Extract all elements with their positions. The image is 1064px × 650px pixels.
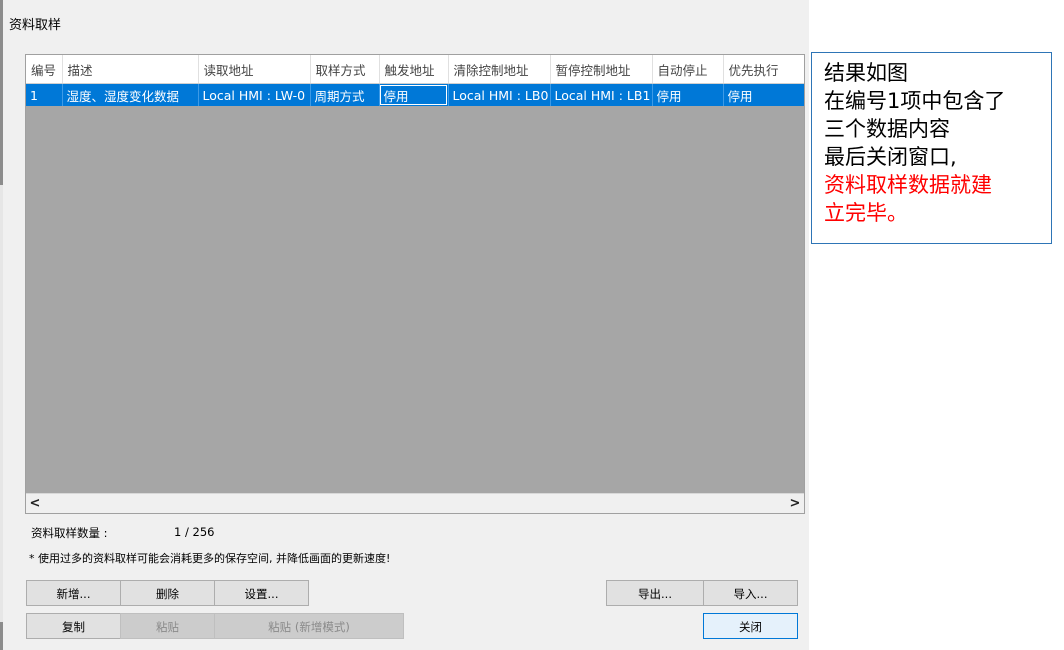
data-sampling-dialog: 资料取样 编号 描述 读取地址 取样方式 触发地址 清除控制地址 暂停控制地址 … [3, 0, 809, 650]
callout-line: 最后关闭窗口, [824, 145, 957, 169]
column-header-read-address[interactable]: 读取地址 [198, 55, 311, 84]
cell-sampling-mode[interactable]: 周期方式 [310, 83, 380, 106]
export-button[interactable]: 导出... [606, 580, 704, 606]
callout-highlight-line: 立完毕。 [824, 201, 908, 225]
sampling-count-value: 1 / 256 [174, 525, 215, 539]
cell-trigger-address[interactable]: 停用 [379, 83, 449, 106]
column-header-clear-control-address[interactable]: 清除控制地址 [448, 55, 551, 84]
paste-append-button[interactable]: 粘贴 (新增模式) [214, 613, 404, 639]
copy-button[interactable]: 复制 [26, 613, 121, 639]
cell-pause-control-address[interactable]: Local HMI : LB1 [550, 83, 653, 106]
column-header-trigger-address[interactable]: 触发地址 [379, 55, 449, 84]
dialog-title: 资料取样 [9, 18, 62, 33]
horizontal-scrollbar[interactable]: < > [26, 493, 804, 513]
cell-description[interactable]: 湿度、湿度变化数据 [62, 83, 199, 106]
column-header-pause-control-address[interactable]: 暂停控制地址 [550, 55, 653, 84]
column-header-description[interactable]: 描述 [62, 55, 199, 84]
table-header-row: 编号 描述 读取地址 取样方式 触发地址 清除控制地址 暂停控制地址 自动停止 … [26, 55, 804, 84]
column-header-priority[interactable]: 优先执行 [723, 55, 804, 84]
delete-button[interactable]: 删除 [120, 580, 215, 606]
callout-highlight-line: 资料取样数据就建 [824, 173, 992, 197]
callout-line: 结果如图 [824, 61, 908, 85]
paste-button[interactable]: 粘贴 [120, 613, 215, 639]
data-sampling-grid[interactable]: 编号 描述 读取地址 取样方式 触发地址 清除控制地址 暂停控制地址 自动停止 … [25, 54, 805, 514]
callout-line: 在编号1项中包含了 [824, 89, 1006, 113]
scroll-right-arrow-icon[interactable]: > [786, 494, 804, 513]
sampling-count-label: 资料取样数量 : [31, 526, 108, 540]
settings-button[interactable]: 设置... [214, 580, 309, 606]
column-header-id[interactable]: 编号 [26, 55, 63, 84]
close-button[interactable]: 关闭 [703, 613, 798, 639]
import-button[interactable]: 导入... [703, 580, 798, 606]
cell-auto-stop[interactable]: 停用 [652, 83, 724, 106]
cell-id[interactable]: 1 [26, 83, 63, 106]
column-header-auto-stop[interactable]: 自动停止 [652, 55, 724, 84]
scroll-left-arrow-icon[interactable]: < [26, 494, 44, 513]
table-row[interactable]: 1 湿度、湿度变化数据 Local HMI : LW-0 周期方式 停用 Loc… [26, 83, 804, 106]
cell-priority[interactable]: 停用 [723, 83, 804, 106]
data-sampling-table: 编号 描述 读取地址 取样方式 触发地址 清除控制地址 暂停控制地址 自动停止 … [26, 55, 804, 106]
cell-clear-control-address[interactable]: Local HMI : LB0 [448, 83, 551, 106]
callout-line: 三个数据内容 [824, 117, 950, 141]
column-header-sampling-mode[interactable]: 取样方式 [310, 55, 380, 84]
cell-read-address[interactable]: Local HMI : LW-0 [198, 83, 311, 106]
storage-warning-note: * 使用过多的资料取样可能会消耗更多的保存空间, 并降低画面的更新速度! [29, 552, 391, 565]
add-button[interactable]: 新增... [26, 580, 121, 606]
annotation-callout: 结果如图 在编号1项中包含了 三个数据内容 最后关闭窗口, 资料取样数据就建 立… [811, 52, 1052, 244]
